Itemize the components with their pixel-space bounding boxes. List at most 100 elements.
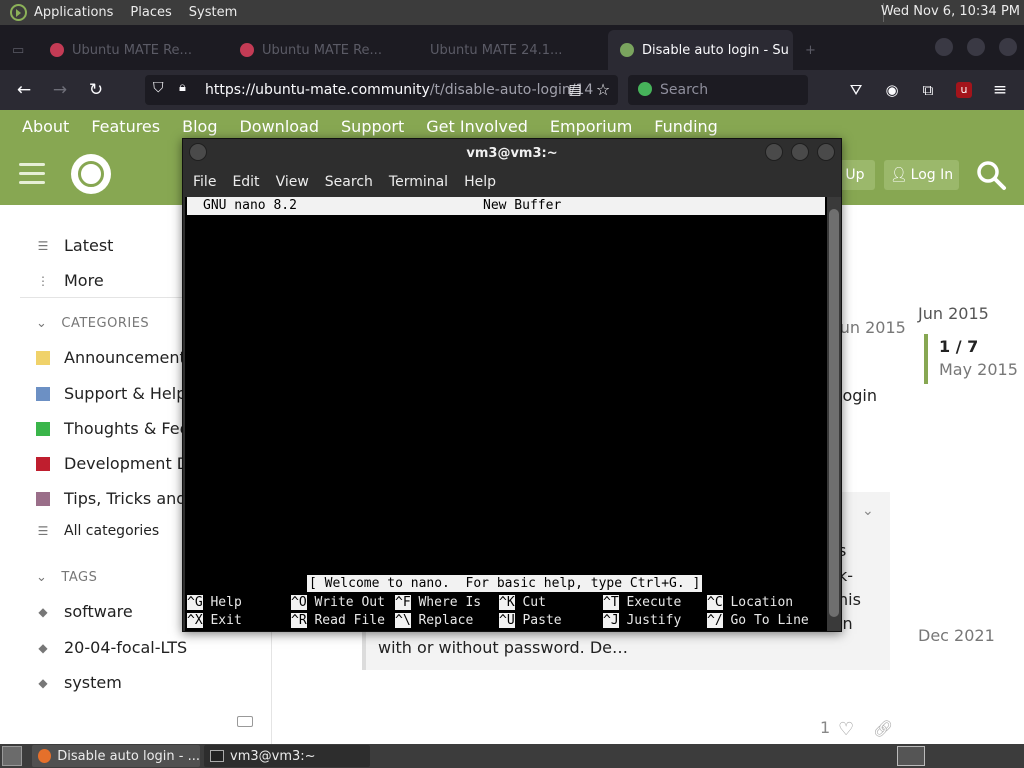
timeline-end-date[interactable]: Dec 2021 xyxy=(918,626,995,645)
sidebar-tag-focal[interactable]: ◆ 20-04-focal-LTS xyxy=(36,638,187,657)
ubuntu-mate-logo[interactable] xyxy=(71,154,111,194)
terminal-menubar: File Edit View Search Terminal Help xyxy=(183,167,841,197)
tag-icon: ◆ xyxy=(38,640,48,655)
nano-status-message: [ Welcome to nano. For basic help, type … xyxy=(307,575,703,592)
expand-quote-chevron-icon[interactable]: ⌄ xyxy=(862,503,874,519)
new-tab-button[interactable]: + xyxy=(793,30,833,70)
nano-shortcut: ^J Justify xyxy=(603,613,682,628)
reload-icon[interactable]: ↻ xyxy=(86,80,106,100)
categories-heading[interactable]: ⌄ CATEGORIES xyxy=(36,316,149,331)
keyboard-shortcuts-icon[interactable] xyxy=(237,716,253,727)
nano-buffer-name: New Buffer xyxy=(483,198,562,213)
bookmark-star-icon[interactable]: ☆ xyxy=(593,80,613,100)
nano-shortcut: ^X Exit xyxy=(187,613,242,628)
terminal-minimize-button[interactable] xyxy=(765,143,783,161)
terminal-menu-search[interactable]: Search xyxy=(325,174,373,190)
back-icon[interactable]: ← xyxy=(14,80,34,100)
site-menu-download[interactable]: Download xyxy=(239,117,319,136)
nano-shortcut: ^C Location xyxy=(707,595,794,610)
mate-logo-icon[interactable] xyxy=(10,4,27,21)
nano-shortcut: ^U Paste xyxy=(499,613,562,628)
scrollbar-thumb[interactable] xyxy=(829,209,839,617)
nano-shortcut-row: ^X Exit ^R Read File ^\ Replace ^U Paste… xyxy=(187,612,809,630)
window-maximize-button[interactable] xyxy=(967,38,985,56)
sidebar-item-latest[interactable]: ☰ Latest xyxy=(36,236,114,255)
search-engine-icon xyxy=(638,82,652,96)
site-menu-blog[interactable]: Blog xyxy=(182,117,217,136)
category-color-swatch xyxy=(36,491,50,506)
terminal-menu-help[interactable]: Help xyxy=(464,174,496,190)
tags-heading[interactable]: ⌄ TAGS xyxy=(36,570,97,585)
like-count: 1 xyxy=(820,718,831,737)
terminal-title: vm3@vm3:~ xyxy=(466,145,558,161)
nano-shortcut: ^K Cut xyxy=(499,595,546,610)
account-icon[interactable]: ◉ xyxy=(882,80,902,100)
sidebar-item-more[interactable]: ⋮ More xyxy=(36,271,104,290)
tab-ubuntu-mate-3[interactable]: Ubuntu MATE 24.1... xyxy=(418,30,608,70)
nano-shortcut: ^\ Replace xyxy=(395,613,474,628)
taskbar-item-terminal[interactable]: vm3@vm3:~ xyxy=(204,745,370,767)
tab-ubuntu-mate-2[interactable]: Ubuntu MATE Re... xyxy=(228,30,418,70)
site-menu-funding[interactable]: Funding xyxy=(654,117,718,136)
lock-icon[interactable]: 🔒︎ xyxy=(179,80,186,95)
places-menu[interactable]: Places xyxy=(130,5,171,20)
nano-shortcut: ^G Help xyxy=(187,595,242,610)
nano-shortcut: ^O Write Out xyxy=(291,595,385,610)
terminal-maximize-button[interactable] xyxy=(791,143,809,161)
site-menu-features[interactable]: Features xyxy=(91,117,160,136)
search-bar[interactable]: Search xyxy=(628,75,808,105)
reader-view-icon[interactable]: ▤ xyxy=(565,80,585,100)
timeline-scroller-handle[interactable] xyxy=(924,334,928,384)
system-menu[interactable]: System xyxy=(189,5,237,20)
category-color-swatch xyxy=(36,456,50,471)
site-search-icon[interactable] xyxy=(975,159,1007,191)
chevron-down-icon: ⌄ xyxy=(36,570,48,585)
site-menu-about[interactable]: About xyxy=(22,117,69,136)
terminal-close-button[interactable] xyxy=(817,143,835,161)
menu-hamburger-icon[interactable]: ≡ xyxy=(990,80,1010,100)
extensions-icon[interactable]: ⧉ xyxy=(918,80,938,100)
pocket-icon[interactable]: ⛛ xyxy=(846,80,866,100)
site-menu-emporium[interactable]: Emporium xyxy=(550,117,632,136)
taskbar-item-firefox[interactable]: Disable auto login - ... xyxy=(32,745,200,767)
tab-ubuntu-mate-1[interactable]: Ubuntu MATE Re... xyxy=(38,30,228,70)
workspace-switcher[interactable] xyxy=(897,746,925,766)
layers-icon: ☰ xyxy=(37,238,49,253)
timeline-post-count: 1 / 7 xyxy=(939,337,979,356)
sidebar-tag-software[interactable]: ◆ software xyxy=(36,602,132,621)
terminal-scrollbar[interactable] xyxy=(827,197,841,631)
sidebar-item-all-categories[interactable]: ☰ All categories xyxy=(36,523,160,539)
post-excerpt: with or without password. De… xyxy=(378,638,629,657)
forward-icon[interactable]: → xyxy=(50,80,70,100)
show-desktop-button[interactable] xyxy=(2,746,22,766)
sidebar-toggle-icon[interactable] xyxy=(19,163,45,184)
terminal-screen[interactable]: GNU nano 8.2 New Buffer [ Welcome to nan… xyxy=(185,197,827,631)
ublock-icon[interactable]: u xyxy=(954,80,974,100)
site-menu-support[interactable]: Support xyxy=(341,117,404,136)
site-menu-get-involved[interactable]: Get Involved xyxy=(426,117,528,136)
sidebar-tag-system[interactable]: ◆ system xyxy=(36,673,121,692)
tab-favicon-icon xyxy=(620,43,634,57)
login-button[interactable]: 👤︎ Log In xyxy=(884,160,959,190)
terminal-menu-view[interactable]: View xyxy=(276,174,309,190)
post-text-fragment: login xyxy=(838,386,877,405)
user-icon: 👤︎ xyxy=(889,167,908,183)
tab-list-button[interactable]: ▭ xyxy=(0,30,38,70)
tab-favicon-icon xyxy=(50,43,64,57)
terminal-window[interactable]: vm3@vm3:~ File Edit View Search Terminal… xyxy=(182,138,842,632)
timeline-start-date[interactable]: Jun 2015 xyxy=(918,304,989,323)
share-link-icon[interactable]: 🔗︎ xyxy=(873,719,893,738)
sidebar-item-support-help[interactable]: Support & Help xyxy=(36,384,186,403)
terminal-menu-terminal[interactable]: Terminal xyxy=(389,174,448,190)
window-close-button[interactable] xyxy=(999,38,1017,56)
clock[interactable]: Wed Nov 6, 10:34 PM xyxy=(881,4,1020,19)
applications-menu[interactable]: Applications xyxy=(34,5,113,20)
heart-icon[interactable]: ♡ xyxy=(838,719,854,740)
sidebar-item-announcements[interactable]: Announcements xyxy=(36,348,194,367)
terminal-menu-edit[interactable]: Edit xyxy=(232,174,259,190)
shield-icon[interactable]: ⛉ xyxy=(153,80,164,96)
tab-disable-auto-login[interactable]: Disable auto login - Su ✕ xyxy=(608,30,793,70)
terminal-menu-file[interactable]: File xyxy=(193,174,216,190)
window-minimize-button[interactable] xyxy=(935,38,953,56)
url-bar[interactable]: ⛉ 🔒︎ https://ubuntu-mate.community/t/dis… xyxy=(145,75,618,105)
